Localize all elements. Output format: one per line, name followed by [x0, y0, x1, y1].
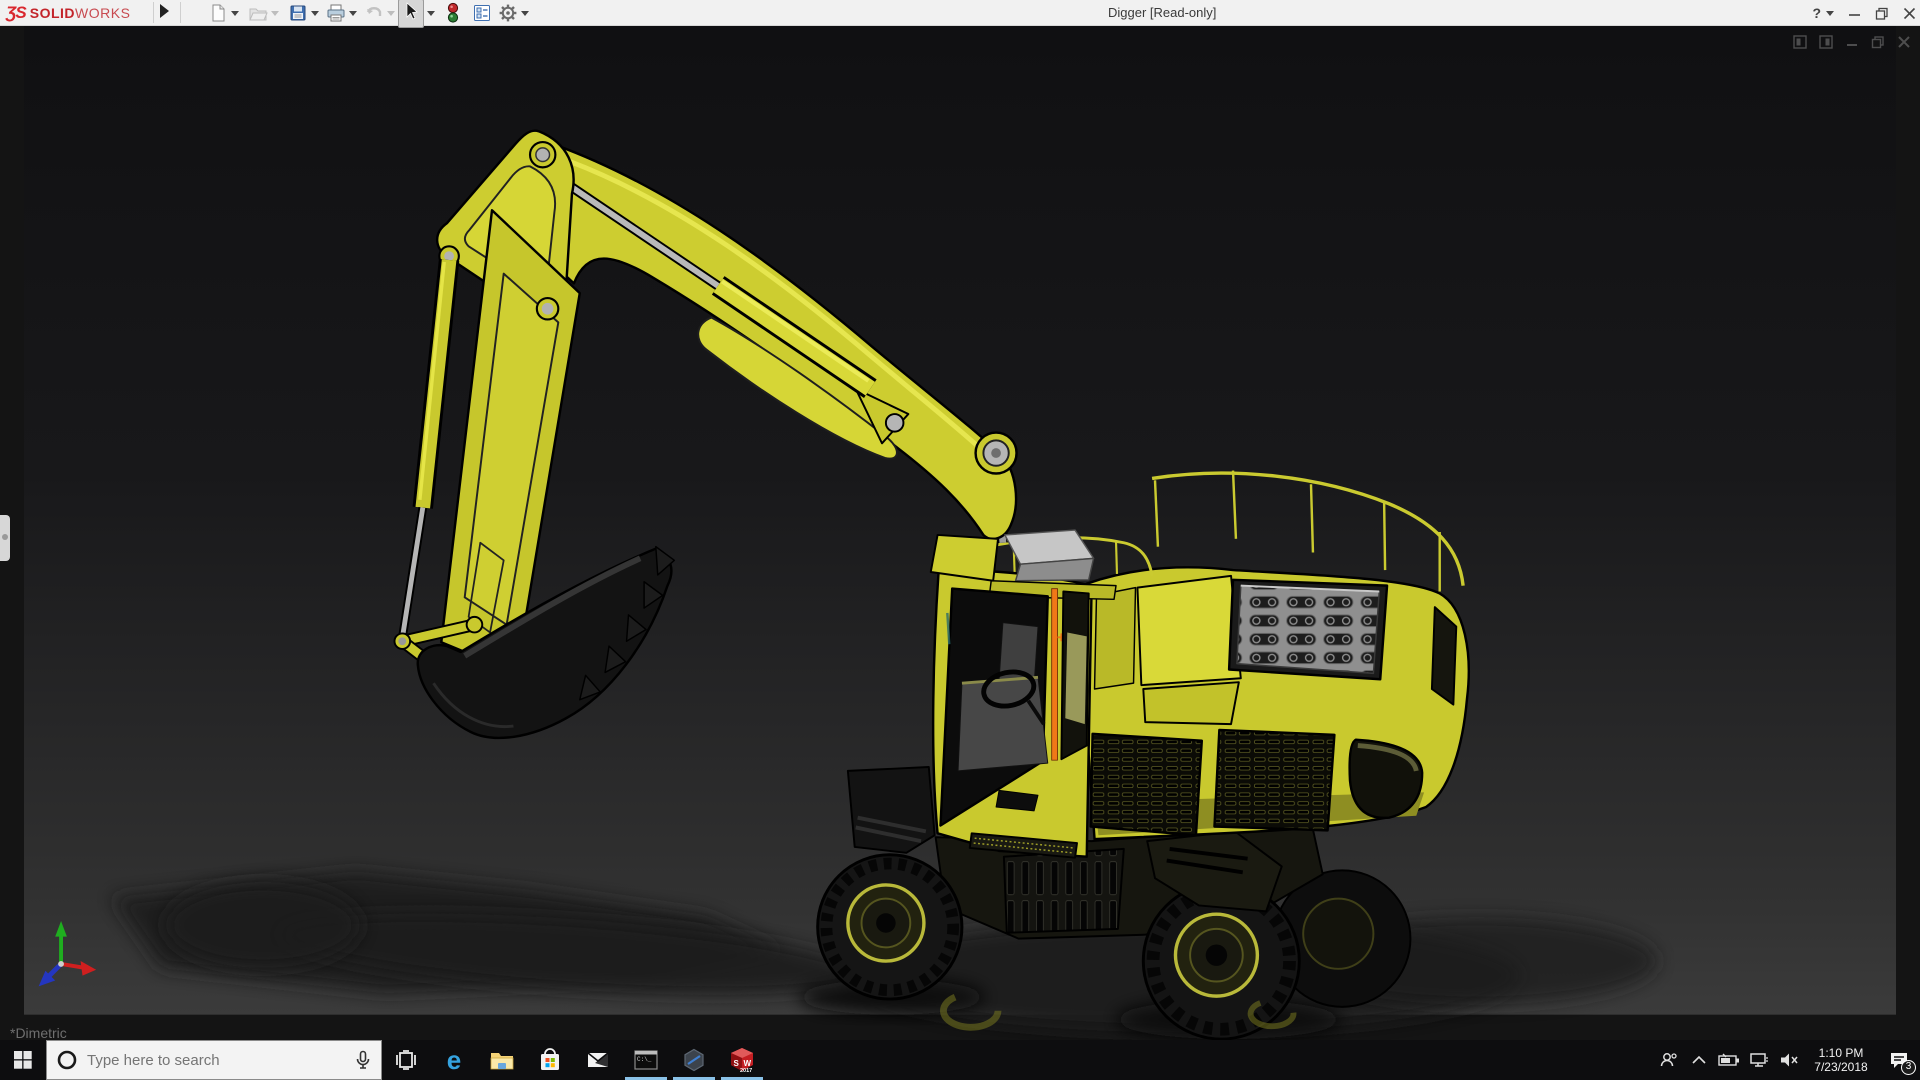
select-tool-pressed-box	[398, 0, 424, 28]
grille-left	[1091, 734, 1202, 835]
minimize-child-icon[interactable]	[1844, 34, 1860, 50]
people-button[interactable]	[1654, 1040, 1684, 1080]
store-icon	[539, 1048, 561, 1072]
edge-icon: e	[447, 1047, 461, 1073]
taskbar-clock[interactable]: 1:10 PM 7/23/2018	[1804, 1046, 1878, 1074]
close-button[interactable]	[1903, 7, 1916, 20]
print-button[interactable]	[326, 1, 357, 25]
front-wheel	[818, 855, 962, 999]
cursor-arrow-icon	[401, 1, 421, 21]
svg-text:W: W	[744, 1059, 752, 1068]
taskbar-app-file-explorer[interactable]	[478, 1040, 526, 1080]
taskbar-app-task-view[interactable]	[382, 1040, 430, 1080]
taskbar-app-store[interactable]	[526, 1040, 574, 1080]
divider	[180, 2, 181, 23]
restore-button[interactable]	[1875, 7, 1889, 20]
taskbar-app-hexagon[interactable]	[670, 1040, 718, 1080]
clock-time: 1:10 PM	[1808, 1046, 1874, 1060]
printer-icon	[326, 3, 346, 23]
system-tray: 1:10 PM 7/23/2018 3	[1654, 1040, 1920, 1080]
help-button[interactable]: ?	[1812, 5, 1834, 21]
taskbar-app-solidworks[interactable]: S W 2017	[718, 1040, 766, 1080]
svg-text:2017: 2017	[740, 1068, 752, 1073]
tray-overflow-button[interactable]	[1684, 1040, 1714, 1080]
new-document-icon	[208, 3, 228, 23]
flyout-dot-icon	[2, 534, 8, 540]
document-title: Digger [Read-only]	[1108, 5, 1216, 20]
people-icon	[1659, 1050, 1679, 1070]
battery-button[interactable]	[1714, 1040, 1744, 1080]
excavator-3d-scene	[0, 26, 1920, 1040]
grille-right	[1214, 730, 1334, 830]
microphone-icon[interactable]	[355, 1050, 371, 1070]
rebuild-button[interactable]	[444, 1, 462, 25]
document-window-icon[interactable]	[1818, 34, 1834, 50]
cortana-icon	[57, 1050, 77, 1070]
new-document-button[interactable]	[208, 1, 239, 25]
title-bar: ƷS SOLID WORKS	[0, 0, 1920, 26]
taskbar-app-command-prompt[interactable]: C:\_	[622, 1040, 670, 1080]
restore-child-icon[interactable]	[1870, 34, 1886, 50]
volume-muted-icon	[1779, 1052, 1799, 1068]
child-window-controls	[1792, 34, 1912, 50]
graphics-viewport[interactable]: *Dimetric	[0, 26, 1920, 1040]
chevron-up-icon	[1692, 1055, 1706, 1065]
file-explorer-icon	[490, 1049, 514, 1071]
network-button[interactable]	[1744, 1040, 1774, 1080]
close-child-icon[interactable]	[1896, 34, 1912, 50]
open-folder-icon	[248, 3, 268, 23]
save-button[interactable]	[288, 1, 319, 25]
view-orientation-label: *Dimetric	[10, 1025, 67, 1041]
undo-arrow-icon	[364, 3, 384, 23]
solidworks-2017-icon: S W 2017	[729, 1047, 755, 1073]
windows-taskbar: e C:\_	[0, 1040, 1920, 1080]
traffic-light-icon	[444, 2, 462, 24]
taskbar-search[interactable]	[46, 1040, 382, 1080]
search-input[interactable]	[87, 1052, 345, 1069]
menu-flyout-arrow-icon[interactable]	[160, 4, 169, 18]
taskbar-app-mail[interactable]	[574, 1040, 622, 1080]
notification-badge: 3	[1901, 1060, 1916, 1075]
solidworks-logo: ƷS SOLID WORKS	[6, 0, 130, 25]
file-properties-icon	[472, 3, 492, 23]
select-tool-button[interactable]	[398, 1, 435, 25]
panel-flyout-tab[interactable]	[0, 515, 10, 561]
document-window-icon[interactable]	[1792, 34, 1808, 50]
open-button[interactable]	[248, 1, 279, 25]
body	[1087, 567, 1469, 839]
save-floppy-icon	[288, 3, 308, 23]
options-button[interactable]	[498, 1, 529, 25]
divider	[153, 2, 154, 23]
ds-logo-icon: ƷS	[6, 3, 26, 23]
hexagon-app-icon	[682, 1048, 706, 1072]
svg-text:C:\_: C:\_	[637, 1056, 652, 1063]
network-icon	[1749, 1052, 1769, 1068]
clock-date: 7/23/2018	[1808, 1060, 1874, 1074]
task-view-icon	[395, 1049, 417, 1071]
command-prompt-icon: C:\_	[634, 1050, 658, 1070]
file-properties-button[interactable]	[472, 1, 492, 25]
gear-icon	[498, 3, 518, 23]
action-center-button[interactable]: 3	[1878, 1040, 1920, 1080]
svg-text:S: S	[734, 1059, 740, 1068]
undo-button[interactable]	[364, 1, 395, 25]
door-edge-highlight	[1052, 589, 1058, 761]
taskbar-app-edge[interactable]: e	[430, 1040, 478, 1080]
boom-pin	[976, 433, 1017, 474]
cab	[931, 530, 1116, 858]
windows-logo-icon	[14, 1051, 32, 1069]
start-button[interactable]	[0, 1040, 46, 1080]
battery-icon	[1718, 1053, 1740, 1067]
mail-icon	[586, 1050, 610, 1070]
engine-deck	[1229, 580, 1387, 679]
minimize-button[interactable]	[1848, 7, 1861, 20]
volume-button[interactable]	[1774, 1040, 1804, 1080]
